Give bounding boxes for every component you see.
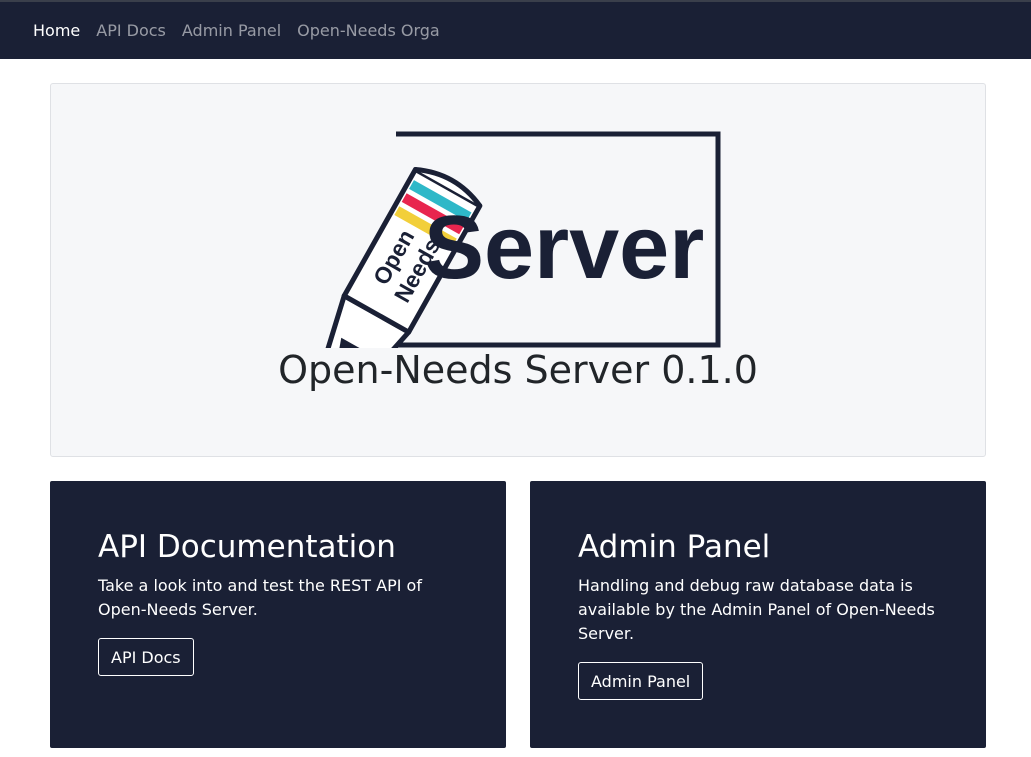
api-card-text: Take a look into and test the REST API o… [98, 576, 422, 619]
api-docs-button[interactable]: API Docs [98, 638, 194, 676]
admin-panel-card: Admin Panel Handling and debug raw datab… [530, 481, 986, 748]
open-needs-server-logo: Open Needs Server [325, 131, 721, 348]
top-navbar: Home API Docs Admin Panel Open-Needs Org… [0, 0, 1031, 59]
api-card-title: API Documentation [98, 529, 396, 565]
admin-card-text: Handling and debug raw database data is … [578, 576, 935, 643]
page-title: Open-Needs Server 0.1.0 [278, 348, 758, 392]
nav-item-home[interactable]: Home [33, 21, 80, 40]
admin-panel-button[interactable]: Admin Panel [578, 662, 704, 700]
api-documentation-card: API Documentation Take a look into and t… [50, 481, 506, 748]
nav-item-open-needs-orga[interactable]: Open-Needs Orga [297, 21, 440, 40]
nav-item-admin-panel[interactable]: Admin Panel [182, 21, 281, 40]
nav-item-api-docs[interactable]: API Docs [96, 21, 166, 40]
svg-text:Server: Server [424, 198, 704, 298]
hero-section: Open Needs Server Open-Needs Server 0.1.… [50, 83, 986, 457]
nav-list: Home API Docs Admin Panel Open-Needs Org… [33, 2, 456, 59]
admin-card-title: Admin Panel [578, 529, 771, 565]
